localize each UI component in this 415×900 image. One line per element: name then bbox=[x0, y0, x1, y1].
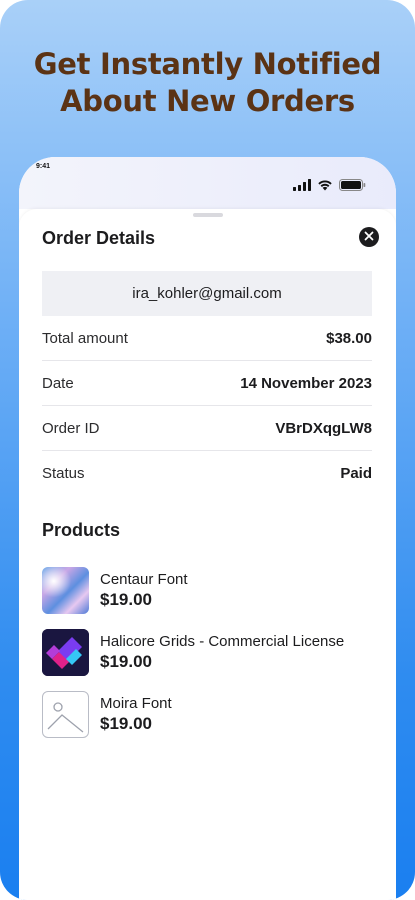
promo-frame: Get Instantly Notified About New Orders … bbox=[0, 0, 415, 900]
row-status: Status Paid bbox=[42, 451, 372, 495]
product-price: $19.00 bbox=[100, 651, 152, 671]
battery-icon bbox=[339, 178, 366, 196]
sheet-grabber[interactable] bbox=[193, 213, 223, 217]
image-placeholder-icon bbox=[42, 690, 89, 738]
order-details-sheet: Order Details ira_kohler@gmail.com Total… bbox=[19, 209, 396, 900]
row-label: Order ID bbox=[42, 419, 100, 437]
headline-line-1: Get Instantly Notified bbox=[33, 47, 382, 81]
customer-email-text: ira_kohler@gmail.com bbox=[132, 285, 282, 302]
customer-email: ira_kohler@gmail.com bbox=[42, 271, 372, 316]
product-info: Moira Font $19.00 bbox=[100, 694, 172, 735]
product-price: $19.00 bbox=[100, 589, 152, 609]
product-name: Halicore Grids - Commercial License bbox=[100, 632, 345, 650]
product-thumbnail bbox=[42, 628, 89, 676]
close-icon bbox=[364, 228, 374, 246]
row-label: Date bbox=[42, 374, 74, 392]
product-item[interactable]: Moira Font $19.00 bbox=[42, 683, 382, 745]
products-heading: Products bbox=[42, 520, 121, 540]
order-info-list: Total amount $38.00 Date 14 November 202… bbox=[42, 316, 372, 495]
row-value: VBrDXqgLW8 bbox=[275, 419, 372, 437]
product-name: Moira Font bbox=[100, 694, 172, 712]
row-value: Paid bbox=[340, 464, 372, 482]
product-item[interactable]: Centaur Font $19.00 bbox=[42, 559, 382, 621]
phone-screen: 9:41 Order Details ira_kohler@gmail.com … bbox=[19, 157, 396, 900]
product-thumbnail bbox=[42, 566, 89, 614]
product-list: Centaur Font $19.00 Halicore Grids - Com… bbox=[42, 559, 382, 745]
signal-icon bbox=[293, 178, 311, 196]
row-order-id: Order ID VBrDXqgLW8 bbox=[42, 406, 372, 451]
close-button[interactable] bbox=[359, 227, 379, 247]
row-label: Status bbox=[42, 464, 85, 482]
status-bar: 9:41 bbox=[19, 157, 396, 209]
headline-line-2: About New Orders bbox=[60, 84, 355, 118]
promo-headline: Get Instantly Notified About New Orders bbox=[0, 46, 415, 120]
sheet-title: Order Details bbox=[42, 228, 156, 248]
row-value: 14 November 2023 bbox=[240, 374, 372, 392]
status-icons bbox=[293, 178, 366, 196]
product-info: Centaur Font $19.00 bbox=[100, 570, 188, 611]
status-time: 9:41 bbox=[36, 163, 51, 170]
product-name: Centaur Font bbox=[100, 570, 188, 588]
row-total-amount: Total amount $38.00 bbox=[42, 316, 372, 361]
product-info: Halicore Grids - Commercial License $19.… bbox=[100, 632, 344, 673]
product-price: $19.00 bbox=[100, 713, 152, 733]
row-value: $38.00 bbox=[326, 329, 372, 347]
product-item[interactable]: Halicore Grids - Commercial License $19.… bbox=[42, 621, 382, 683]
wifi-icon bbox=[317, 178, 333, 196]
row-label: Total amount bbox=[42, 329, 128, 347]
row-date: Date 14 November 2023 bbox=[42, 361, 372, 406]
